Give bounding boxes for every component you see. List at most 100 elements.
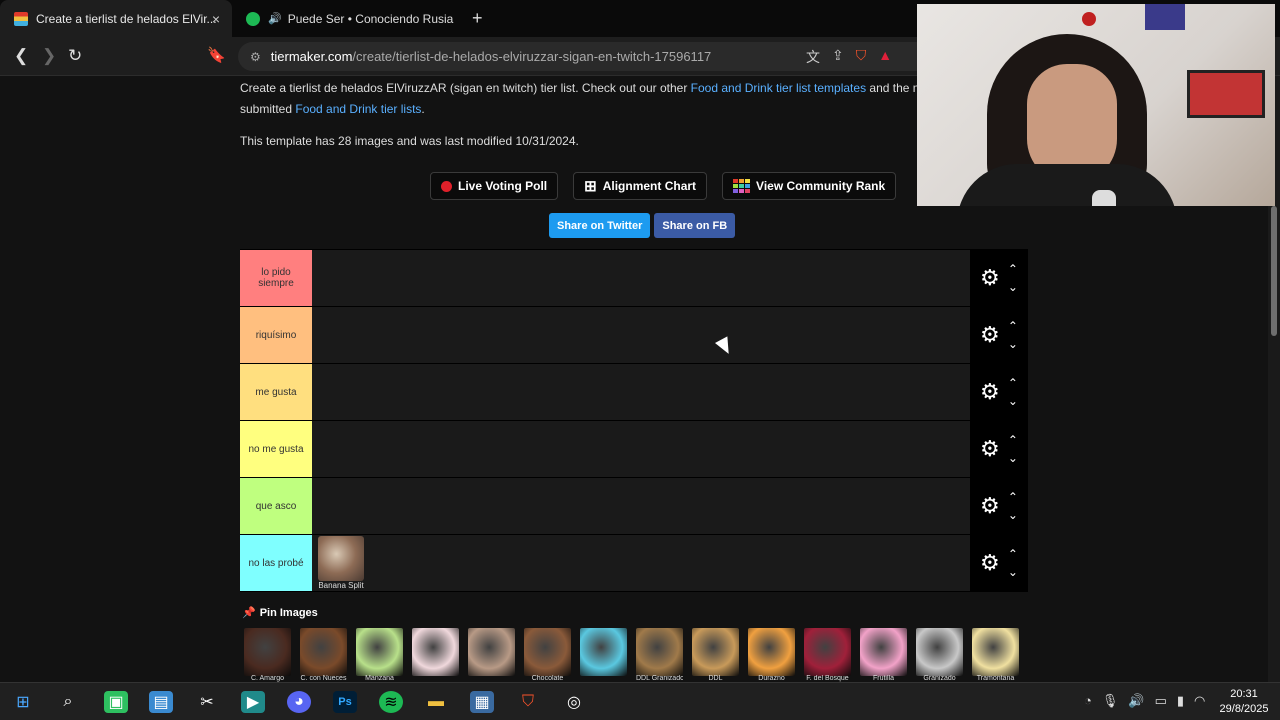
- obs-icon[interactable]: ◎: [562, 691, 586, 713]
- app-icon-green[interactable]: ▣: [104, 691, 128, 713]
- food-drink-templates-link[interactable]: Food and Drink tier list templates: [691, 81, 866, 95]
- tier-drop-zone[interactable]: [312, 307, 970, 363]
- tier-row: me gusta ⚙ ⌃ ⌄: [240, 364, 1028, 421]
- chevron-down-icon[interactable]: ⌄: [1008, 506, 1018, 524]
- tier-label[interactable]: riquísimo: [240, 307, 312, 363]
- gear-icon[interactable]: ⚙: [980, 379, 1000, 405]
- wifi-icon[interactable]: ◠: [1194, 693, 1205, 709]
- template-description: Create a tierlist de helados ElViruzzAR …: [240, 78, 960, 120]
- share-twitter-button[interactable]: Share on Twitter: [549, 213, 651, 238]
- site-info-icon[interactable]: ⚙: [250, 50, 261, 64]
- app-icon-capcut[interactable]: ✂: [195, 691, 219, 713]
- file-explorer-icon[interactable]: ▬: [424, 691, 448, 713]
- chevron-down-icon[interactable]: ⌄: [1008, 563, 1018, 581]
- pool-image-item[interactable]: C. con Nueces: [300, 628, 347, 682]
- tier-drop-zone[interactable]: [312, 421, 970, 477]
- spotify-icon[interactable]: ≋: [379, 691, 403, 713]
- tier-drop-zone[interactable]: [312, 364, 970, 420]
- new-tab-button[interactable]: +: [472, 8, 483, 29]
- ice-cream-image: [524, 628, 571, 676]
- gear-icon[interactable]: ⚙: [980, 322, 1000, 348]
- network-activity-icon[interactable]: ◔: [1084, 693, 1092, 709]
- battery-icon[interactable]: ▮: [1177, 693, 1184, 709]
- app-icon-window[interactable]: ▦: [470, 691, 494, 713]
- pin-images-toggle[interactable]: 📌 Pin Images: [242, 606, 318, 620]
- food-drink-tierlists-link[interactable]: Food and Drink tier lists: [295, 102, 421, 116]
- pool-image-item[interactable]: Manzana: [356, 628, 403, 682]
- chevron-down-icon[interactable]: ⌄: [1008, 335, 1018, 353]
- tier-item-banana-split[interactable]: Banana Split: [318, 536, 364, 591]
- chevron-up-icon[interactable]: ⌃: [1008, 260, 1018, 278]
- chevron-down-icon[interactable]: ⌄: [1008, 392, 1018, 410]
- tier-label[interactable]: lo pido siempre: [240, 250, 312, 306]
- search-icon[interactable]: ⌕: [56, 691, 80, 713]
- pool-image-item[interactable]: Tramontana: [972, 628, 1019, 682]
- pool-image-item[interactable]: Chocolate: [524, 628, 571, 682]
- app-icon-teal[interactable]: ▶: [241, 691, 265, 713]
- view-community-rank-button[interactable]: View Community Rank: [722, 172, 897, 200]
- chevron-up-icon[interactable]: ⌃: [1008, 488, 1018, 506]
- chevron-up-icon[interactable]: ⌃: [1008, 545, 1018, 563]
- photoshop-icon[interactable]: Ps: [333, 691, 357, 713]
- tier-drop-zone[interactable]: [312, 250, 970, 306]
- tier-label[interactable]: no las probé: [240, 535, 312, 591]
- pool-image-item[interactable]: DDL: [692, 628, 739, 682]
- alignment-chart-button[interactable]: ⊞ Alignment Chart: [573, 172, 708, 200]
- gear-icon[interactable]: ⚙: [980, 550, 1000, 576]
- volume-icon[interactable]: 🔊: [1128, 693, 1144, 709]
- tier-label[interactable]: no me gusta: [240, 421, 312, 477]
- tier-label[interactable]: que asco: [240, 478, 312, 534]
- pool-image-item[interactable]: [468, 628, 515, 682]
- pool-image-item[interactable]: F. del Bosque: [804, 628, 851, 682]
- pool-image-item[interactable]: Granizado: [916, 628, 963, 682]
- display-icon[interactable]: ▭: [1155, 693, 1167, 709]
- app-icon-blue[interactable]: ▤: [149, 691, 173, 713]
- discord-icon[interactable]: ◕: [287, 691, 311, 713]
- share-fb-button[interactable]: Share on FB: [654, 213, 736, 238]
- close-tab-icon[interactable]: ×: [212, 11, 220, 27]
- brave-browser-icon[interactable]: ⛉: [516, 691, 540, 713]
- scrollbar-thumb[interactable]: [1271, 206, 1277, 336]
- clock[interactable]: 20:31 29/8/2025: [1212, 687, 1276, 717]
- reload-icon[interactable]: ↻: [68, 46, 82, 66]
- brave-shields-icon[interactable]: ⛉: [856, 47, 867, 67]
- tab-tiermaker[interactable]: Create a tierlist de helados ElVir... ×: [0, 0, 232, 37]
- tier-drop-zone[interactable]: [312, 478, 970, 534]
- pool-image-item[interactable]: Frutilla: [860, 628, 907, 682]
- back-icon[interactable]: ❮: [14, 46, 28, 66]
- tab-spotify[interactable]: 🔊 Puede Ser • Conociendo Rusia: [240, 0, 460, 37]
- tiermaker-favicon-icon: [14, 11, 28, 26]
- translate-icon[interactable]: 文: [806, 47, 820, 67]
- tier-label[interactable]: me gusta: [240, 364, 312, 420]
- ice-cream-image: [412, 628, 459, 676]
- microphone-icon[interactable]: 🎙: [1102, 693, 1119, 709]
- share-icon[interactable]: ⇪: [832, 47, 844, 67]
- chevron-down-icon[interactable]: ⌄: [1008, 278, 1018, 296]
- chevron-up-icon[interactable]: ⌃: [1008, 431, 1018, 449]
- ice-cream-image: [468, 628, 515, 676]
- description-text: .: [421, 102, 425, 116]
- gear-icon[interactable]: ⚙: [980, 493, 1000, 519]
- omnibox-actions: 文 ⇪ ⛉ ▲: [806, 47, 892, 67]
- item-caption: Granizado: [923, 675, 956, 682]
- tier-drop-zone[interactable]: Banana Split: [312, 535, 970, 591]
- gear-icon[interactable]: ⚙: [980, 265, 1000, 291]
- bookmark-icon[interactable]: 🔖: [207, 46, 226, 64]
- ice-cream-image: [300, 628, 347, 676]
- pool-image-item[interactable]: [580, 628, 627, 682]
- gear-icon[interactable]: ⚙: [980, 436, 1000, 462]
- forward-icon[interactable]: ❯: [42, 46, 56, 66]
- chevron-up-icon[interactable]: ⌃: [1008, 374, 1018, 392]
- pool-image-item[interactable]: [412, 628, 459, 682]
- chevron-down-icon[interactable]: ⌄: [1008, 449, 1018, 467]
- pool-image-item[interactable]: C. Amargo: [244, 628, 291, 682]
- ice-cream-image: [972, 628, 1019, 676]
- live-voting-poll-button[interactable]: Live Voting Poll: [430, 172, 559, 200]
- tier-move-arrows: ⌃ ⌄: [1008, 374, 1018, 410]
- pool-image-item[interactable]: Durazno: [748, 628, 795, 682]
- template-info: This template has 28 images and was last…: [240, 134, 579, 148]
- pool-image-item[interactable]: DDL Granizado: [636, 628, 683, 682]
- brave-rewards-icon[interactable]: ▲: [878, 47, 892, 67]
- windows-start-icon[interactable]: ⊞: [11, 691, 35, 713]
- chevron-up-icon[interactable]: ⌃: [1008, 317, 1018, 335]
